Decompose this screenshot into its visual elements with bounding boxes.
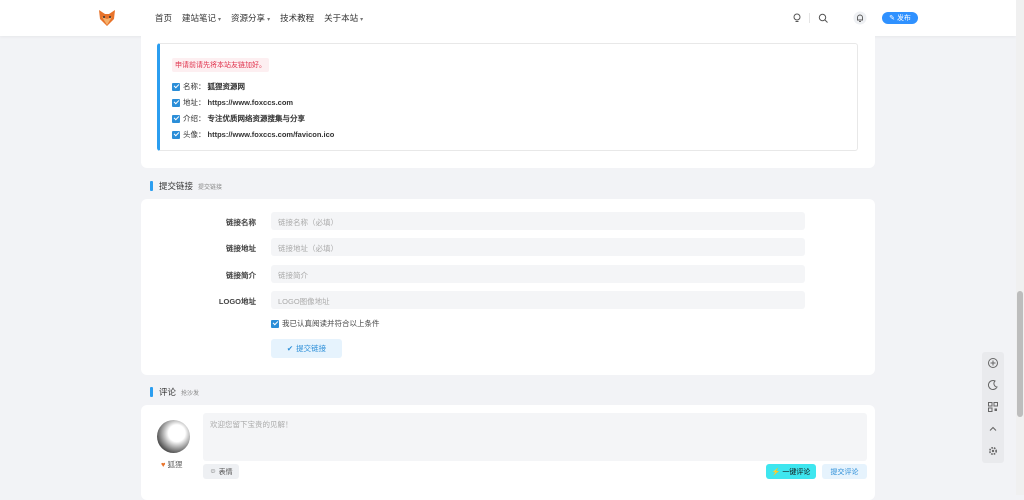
pencil-icon: ✎ — [889, 15, 895, 22]
submit-link-button[interactable]: ✔ 提交链接 — [271, 339, 342, 358]
submit-comment-button[interactable]: 提交评论 — [822, 464, 867, 479]
info-key: 头像： — [183, 130, 206, 139]
info-value: 专注优质网络资源搜集与分享 — [207, 114, 306, 123]
section-title-text: 评论 — [159, 387, 177, 397]
info-row-name: 名称： 狐狸资源网 — [172, 81, 245, 92]
info-value: 狐狸资源网 — [207, 82, 246, 91]
checkbox-icon — [172, 130, 180, 139]
gear-icon[interactable] — [987, 445, 999, 457]
lightning-icon: ⚡ — [771, 468, 781, 476]
username-text: 狐狸 — [167, 460, 183, 469]
info-key: 介绍： — [183, 114, 206, 123]
chevron-up-icon[interactable] — [987, 423, 999, 435]
label-link-url: 链接地址 — [226, 244, 256, 253]
info-row-intro: 介绍： 专注优质网络资源搜集与分享 — [172, 113, 305, 124]
moon-icon[interactable] — [987, 379, 999, 391]
label-logo-url: LOGO地址 — [218, 297, 256, 306]
submit-link-label: 提交链接 — [296, 344, 327, 353]
comment-username: ♥ 狐狸 — [161, 459, 182, 470]
nav-item-about[interactable]: 关于本站 ▾ — [324, 12, 363, 24]
submit-comment-label: 提交评论 — [830, 468, 859, 476]
info-value: https://www.foxccs.com — [207, 98, 294, 107]
label-link-intro: 链接简介 — [226, 271, 256, 280]
nav-item-label: 首页 — [155, 13, 173, 23]
comment-textarea[interactable]: 欢迎您留下宝贵的见解！ — [203, 413, 867, 461]
nav-item-tutorials[interactable]: 技术教程 — [280, 12, 314, 24]
top-navbar: 首页 建站笔记 ▾ 资源分享 ▾ 技术教程 关于本站 ▾ ✎ 发布 — [0, 0, 1016, 36]
fox-logo-icon[interactable] — [97, 8, 117, 28]
search-icon[interactable] — [817, 12, 829, 24]
apply-notice: 申请前请先将本站友链加好。 名称： 狐狸资源网 地址： https://www.fo… — [157, 43, 858, 151]
scrollbar-thumb[interactable] — [1017, 291, 1023, 417]
nav-item-home[interactable]: 首页 — [155, 12, 172, 24]
chevron-down-icon: ▾ — [218, 17, 222, 23]
logo-url-input[interactable]: LOGO图像地址 — [271, 291, 805, 309]
info-key: 地址： — [183, 98, 206, 107]
fox-badge-icon: ♥ — [161, 460, 166, 469]
onekey-label: 一键评论 — [782, 468, 811, 476]
info-row-avatar: 头像： https://www.foxccs.com/favicon.ico — [172, 129, 334, 140]
check-icon: ✔ — [286, 344, 294, 353]
smile-icon: ☺ — [209, 468, 217, 475]
publish-label: 发布 — [896, 15, 911, 22]
main-nav: 首页 建站笔记 ▾ 资源分享 ▾ 技术教程 关于本站 ▾ — [155, 12, 363, 24]
checkbox-icon — [172, 114, 180, 123]
info-key: 名称： — [183, 82, 206, 91]
title-accent-bar — [150, 387, 153, 397]
avatar — [157, 420, 190, 453]
emoji-button[interactable]: ☺ 表情 — [203, 464, 239, 479]
chevron-down-icon: ▾ — [267, 17, 271, 23]
chevron-down-icon: ▾ — [360, 17, 364, 23]
nav-item-label: 建站笔记 — [182, 13, 217, 23]
comment-section-title: 评论 抢沙发 — [150, 386, 199, 398]
nav-item-resources[interactable]: 资源分享 ▾ — [231, 12, 270, 24]
bulb-icon[interactable] — [791, 12, 803, 24]
one-click-comment-button[interactable]: ⚡ 一键评论 — [766, 464, 816, 479]
agree-checkbox[interactable]: 我已认真阅读并符合以上条件 — [271, 318, 380, 329]
section-subtitle-text: 提交链接 — [198, 185, 223, 191]
info-row-url: 地址： https://www.foxccs.com — [172, 97, 293, 108]
agree-text: 我已认真阅读并符合以上条件 — [282, 319, 380, 328]
nav-item-label: 关于本站 — [324, 13, 359, 23]
add-circle-icon[interactable] — [987, 357, 999, 369]
link-intro-input[interactable]: 链接简介 — [271, 265, 805, 283]
checkbox-icon[interactable] — [271, 319, 279, 328]
link-url-input[interactable]: 链接地址（必填） — [271, 238, 805, 256]
divider — [809, 13, 810, 23]
checkbox-icon — [172, 82, 180, 91]
nav-item-label: 技术教程 — [280, 13, 315, 23]
nav-item-label: 资源分享 — [231, 13, 266, 23]
section-subtitle-text: 抢沙发 — [181, 391, 200, 397]
bell-icon[interactable] — [853, 11, 867, 25]
link-name-input[interactable]: 链接名称（必填） — [271, 212, 805, 230]
submit-section-title: 提交链接 提交链接 — [150, 180, 222, 192]
qrcode-icon[interactable] — [987, 401, 999, 413]
floating-toolbar — [982, 352, 1004, 463]
info-value: https://www.foxccs.com/favicon.ico — [207, 130, 335, 139]
label-link-name: 链接名称 — [226, 218, 256, 227]
section-title-text: 提交链接 — [159, 181, 194, 191]
scrollbar-track[interactable] — [1016, 0, 1024, 495]
publish-button[interactable]: ✎ 发布 — [882, 12, 918, 24]
checkbox-icon — [172, 98, 180, 107]
emoji-label: 表情 — [218, 468, 233, 476]
warning-text: 申请前请先将本站友链加好。 — [172, 58, 269, 72]
nav-item-notes[interactable]: 建站笔记 ▾ — [182, 12, 221, 24]
title-accent-bar — [150, 181, 153, 191]
